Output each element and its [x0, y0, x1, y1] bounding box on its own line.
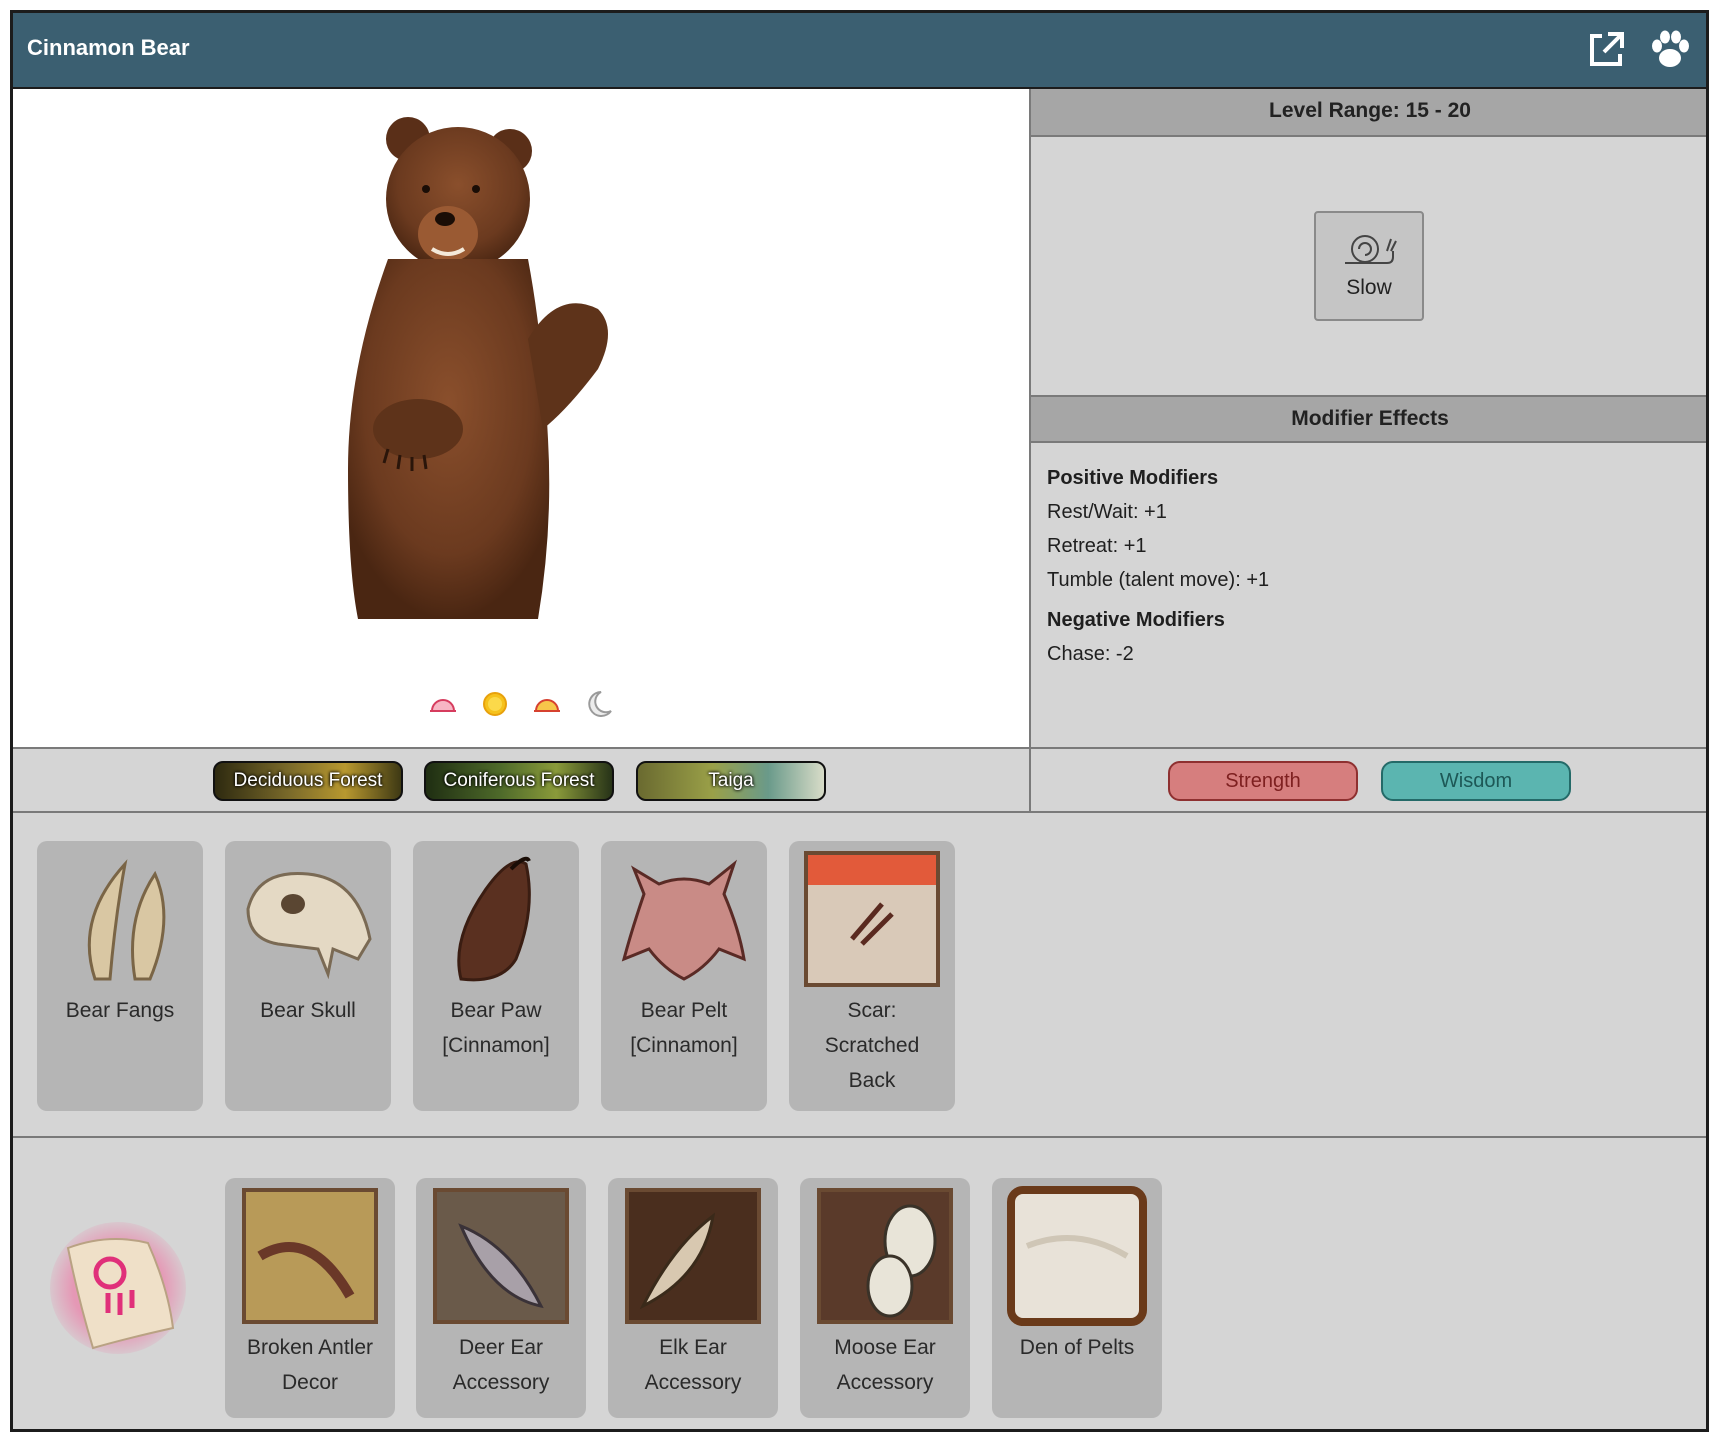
speed-label: Slow	[1346, 276, 1392, 299]
reward-items: Broken Antler Decor Deer Ear Accessory E…	[13, 1138, 1706, 1429]
item-label: [Cinnamon]	[630, 1034, 738, 1057]
item-label: Accessory	[836, 1371, 934, 1394]
creature-image-panel	[13, 89, 1031, 747]
day-icon	[483, 692, 507, 716]
item-label: [Cinnamon]	[442, 1034, 550, 1057]
drop-item-bear-pelt[interactable]: Bear Pelt [Cinnamon]	[601, 841, 767, 1111]
item-label: Bear Paw	[450, 999, 542, 1022]
drop-item-bear-skull[interactable]: Bear Skull	[225, 841, 391, 1111]
biome-tag-taiga[interactable]: Taiga	[636, 761, 826, 801]
dawn-icon	[430, 699, 456, 712]
reward-item-den-of-pelts[interactable]: Den of Pelts	[992, 1178, 1162, 1418]
negative-modifiers-heading: Negative Modifiers	[1047, 609, 1225, 631]
biome-tags: Deciduous Forest Coniferous Forest Taiga	[13, 747, 1031, 813]
stat-tag-wisdom[interactable]: Wisdom	[1381, 761, 1571, 801]
paw-icon[interactable]	[1648, 28, 1692, 72]
scar-icon	[804, 851, 940, 987]
item-label: Deer Ear	[458, 1336, 544, 1359]
time-of-day-icons	[428, 689, 614, 719]
pelt-icon	[621, 859, 746, 981]
item-label: Broken Antler	[246, 1336, 374, 1359]
reward-item-elk-ear-accessory[interactable]: Elk Ear Accessory	[608, 1178, 778, 1418]
drop-item-bear-paw[interactable]: Bear Paw [Cinnamon]	[413, 841, 579, 1111]
dusk-icon	[534, 699, 560, 712]
pelts-icon	[1007, 1186, 1147, 1326]
drop-item-bear-fangs[interactable]: Bear Fangs	[37, 841, 203, 1111]
modifier-effects-heading: Modifier Effects	[1031, 395, 1706, 443]
scroll-icon[interactable]	[48, 1218, 188, 1358]
biome-tag-deciduous-forest[interactable]: Deciduous Forest	[213, 761, 403, 801]
item-label: Decor	[281, 1371, 339, 1394]
item-label: Elk Ear	[659, 1336, 727, 1359]
deer-ear-icon	[433, 1188, 569, 1324]
reward-item-deer-ear-accessory[interactable]: Deer Ear Accessory	[416, 1178, 586, 1418]
item-label: Back	[848, 1069, 896, 1092]
item-label: Bear Skull	[260, 999, 356, 1022]
drop-item-scar[interactable]: Scar: Scratched Back	[789, 841, 955, 1111]
antler-icon	[242, 1188, 378, 1324]
positive-modifier: Rest/Wait: +1	[1047, 501, 1167, 523]
stats-panel: Level Range: 15 - 20 Slow Modifier Effec…	[1031, 89, 1706, 747]
biome-tag-coniferous-forest[interactable]: Coniferous Forest	[424, 761, 614, 801]
skull-icon	[246, 871, 372, 980]
snail-icon	[1345, 235, 1397, 264]
item-label: Den of Pelts	[1019, 1336, 1135, 1359]
bear-paw-icon	[457, 856, 531, 982]
bear-image	[348, 117, 608, 619]
positive-modifier: Tumble (talent move): +1	[1047, 569, 1270, 591]
item-label: Bear Pelt	[640, 999, 728, 1022]
creature-title: Cinnamon Bear	[27, 35, 190, 60]
item-label: Bear Fangs	[65, 999, 175, 1022]
reward-item-moose-ear-accessory[interactable]: Moose Ear Accessory	[800, 1178, 970, 1418]
positive-modifiers-heading: Positive Modifiers	[1047, 467, 1219, 489]
item-label: Moose Ear	[834, 1336, 936, 1359]
drop-items: Bear Fangs Bear Skull Bear Paw [Cinnamon…	[13, 813, 1706, 1138]
card-header: Cinnamon Bear	[13, 13, 1706, 89]
speed-badge: Slow	[1314, 211, 1424, 321]
positive-modifier: Retreat: +1	[1047, 535, 1147, 557]
night-icon	[588, 691, 612, 717]
external-link-icon[interactable]	[1586, 30, 1626, 70]
fangs-icon	[87, 859, 166, 981]
creature-card: Cinnamon Bear Level Range: 15 - 20 Slow …	[10, 10, 1709, 1432]
item-label: Scratched	[824, 1034, 920, 1057]
negative-modifier: Chase: -2	[1047, 643, 1134, 665]
stat-tags: Strength Wisdom	[1031, 747, 1706, 813]
reward-item-broken-antler-decor[interactable]: Broken Antler Decor	[225, 1178, 395, 1418]
item-label: Accessory	[452, 1371, 550, 1394]
moose-ear-icon	[817, 1188, 953, 1324]
item-label: Scar:	[847, 999, 897, 1022]
stat-tag-strength[interactable]: Strength	[1168, 761, 1358, 801]
level-range: Level Range: 15 - 20	[1031, 89, 1706, 137]
item-label: Accessory	[644, 1371, 742, 1394]
modifier-list: Positive Modifiers Rest/Wait: +1 Retreat…	[1047, 461, 1269, 671]
elk-ear-icon	[625, 1188, 761, 1324]
